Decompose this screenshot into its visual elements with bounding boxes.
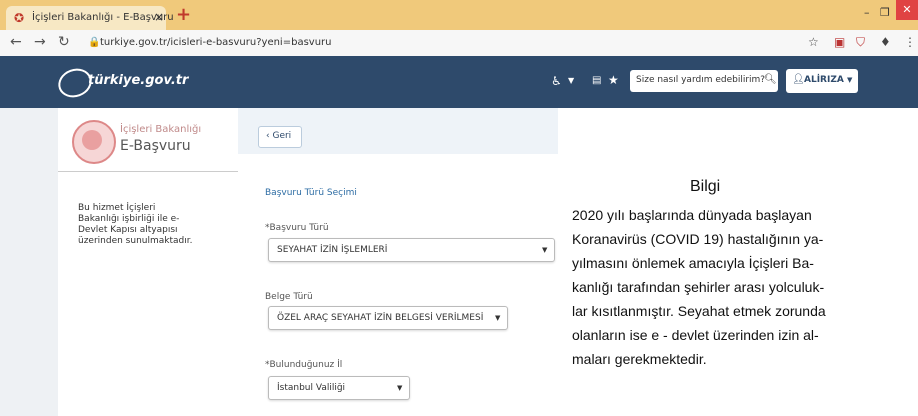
info-title: Bilgi <box>690 178 721 195</box>
new-tab-icon[interactable]: + <box>176 4 191 25</box>
site-favicon-icon: ✪ <box>14 11 25 25</box>
site-search-input[interactable]: Size nasıl yardım edebilirim? 🔍︎ <box>630 70 778 92</box>
back-arrow-icon[interactable]: ← <box>10 34 22 50</box>
info-line: yılmasını önlemek amacıyla İçişleri Ba- <box>572 255 814 271</box>
browser-tab-bar: ✪ İçişleri Bakanlığı - E-Başvuru × + – ❐… <box>0 0 918 30</box>
application-type-value: SEYAHAT İZİN İŞLEMLERİ <box>277 245 388 255</box>
address-bar[interactable]: turkiye.gov.tr/icisleri-e-basvuru?yeni=b… <box>100 37 331 48</box>
window-close-icon[interactable]: ✕ <box>896 0 918 20</box>
user-icon: 👤︎ <box>792 74 805 85</box>
application-type-select[interactable]: SEYAHAT İZİN İŞLEMLERİ ▼ <box>268 238 555 262</box>
site-header: türkiye.gov.tr ♿ ▼ ▤ ★ Size nasıl yardım… <box>0 56 918 108</box>
document-type-value: ÖZEL ARAÇ SEYAHAT İZİN BELGESİ VERİLMESİ <box>277 313 484 323</box>
seal-center <box>82 130 102 150</box>
info-line: Koranavirüs (COVID 19) hastalığının ya- <box>572 231 824 247</box>
lock-icon: 🔒 <box>88 37 101 48</box>
back-button-label: ‹ Geri <box>266 131 292 141</box>
app-name: E-Başvuru <box>120 138 191 154</box>
chevron-down-icon: ▼ <box>495 314 501 322</box>
site-search-placeholder: Size nasıl yardım edebilirim? <box>636 75 766 85</box>
info-line: kanlığı tarafından şehirler arası yolcul… <box>572 279 825 295</box>
back-button[interactable]: ‹ Geri <box>258 126 302 148</box>
user-name: ALİRIZA <box>804 75 844 85</box>
forward-arrow-icon[interactable]: → <box>34 34 46 50</box>
divider <box>58 171 238 172</box>
info-line: maları gerekmektedir. <box>572 351 707 367</box>
shield-extension-icon[interactable]: ⛉ <box>856 35 865 50</box>
province-label: *Bulunduğunuz İl <box>265 360 343 370</box>
reload-icon[interactable]: ↻ <box>58 34 70 50</box>
menu-dots-icon[interactable]: ⋮ <box>904 35 916 49</box>
info-line: olanların ise e - devlet üzerinden izin … <box>572 327 819 343</box>
info-line: 2020 yılı başlarında dünyada başlayan <box>572 207 812 223</box>
info-body: 2020 yılı başlarında dünyada başlayan Ko… <box>572 203 852 371</box>
user-menu-button[interactable]: 👤︎ ALİRIZA ▼ <box>786 69 858 93</box>
browser-tab[interactable]: ✪ İçişleri Bakanlığı - E-Başvuru × <box>6 6 174 30</box>
accessibility-icon[interactable]: ♿ <box>551 74 562 88</box>
province-value: İstanbul Valiliği <box>277 383 346 393</box>
section-title: Başvuru Türü Seçimi <box>265 188 357 198</box>
agency-seal-icon <box>72 120 116 164</box>
minimize-icon[interactable]: – <box>864 6 870 19</box>
info-line: lar kısıtlanmıştır. Seyahat etmek zorund… <box>572 303 826 319</box>
search-icon[interactable]: 🔍︎ <box>764 74 777 85</box>
reader-icon[interactable]: ▤ <box>592 75 601 86</box>
favorites-star-icon[interactable]: ★ <box>608 73 619 87</box>
graduation-cap-icon[interactable]: ♦ <box>880 35 891 49</box>
site-logo-text[interactable]: türkiye.gov.tr <box>88 73 188 88</box>
chevron-down-icon: ▼ <box>542 246 548 254</box>
toolbar-strip: ‹ Geri <box>238 108 558 154</box>
province-select[interactable]: İstanbul Valiliği ▼ <box>268 376 410 400</box>
agency-name: İçişleri Bakanlığı <box>120 124 202 135</box>
chevron-down-icon: ▼ <box>397 384 403 392</box>
browser-toolbar: ← → ↻ 🔒 turkiye.gov.tr/icisleri-e-basvur… <box>0 30 918 57</box>
tab-close-icon[interactable]: × <box>154 10 164 24</box>
tab-title: İçişleri Bakanlığı - E-Başvuru <box>32 12 174 23</box>
document-type-label: Belge Türü <box>265 292 313 302</box>
chevron-down-icon[interactable]: ▼ <box>568 76 574 85</box>
document-type-select[interactable]: ÖZEL ARAÇ SEYAHAT İZİN BELGESİ VERİLMESİ… <box>268 306 508 330</box>
maximize-icon[interactable]: ❐ <box>880 6 890 19</box>
pdf-extension-icon[interactable]: ▣ <box>834 35 845 49</box>
service-note: Bu hizmet İçişleri Bakanlığı işbirliği i… <box>78 203 193 246</box>
service-sidebar: İçişleri Bakanlığı E-Başvuru Bu hizmet İ… <box>58 108 238 416</box>
application-type-label: *Başvuru Türü <box>265 223 329 233</box>
back-label-text: Geri <box>272 131 292 141</box>
bookmark-star-icon[interactable]: ☆ <box>808 35 819 49</box>
chevron-down-icon: ▼ <box>847 76 853 84</box>
